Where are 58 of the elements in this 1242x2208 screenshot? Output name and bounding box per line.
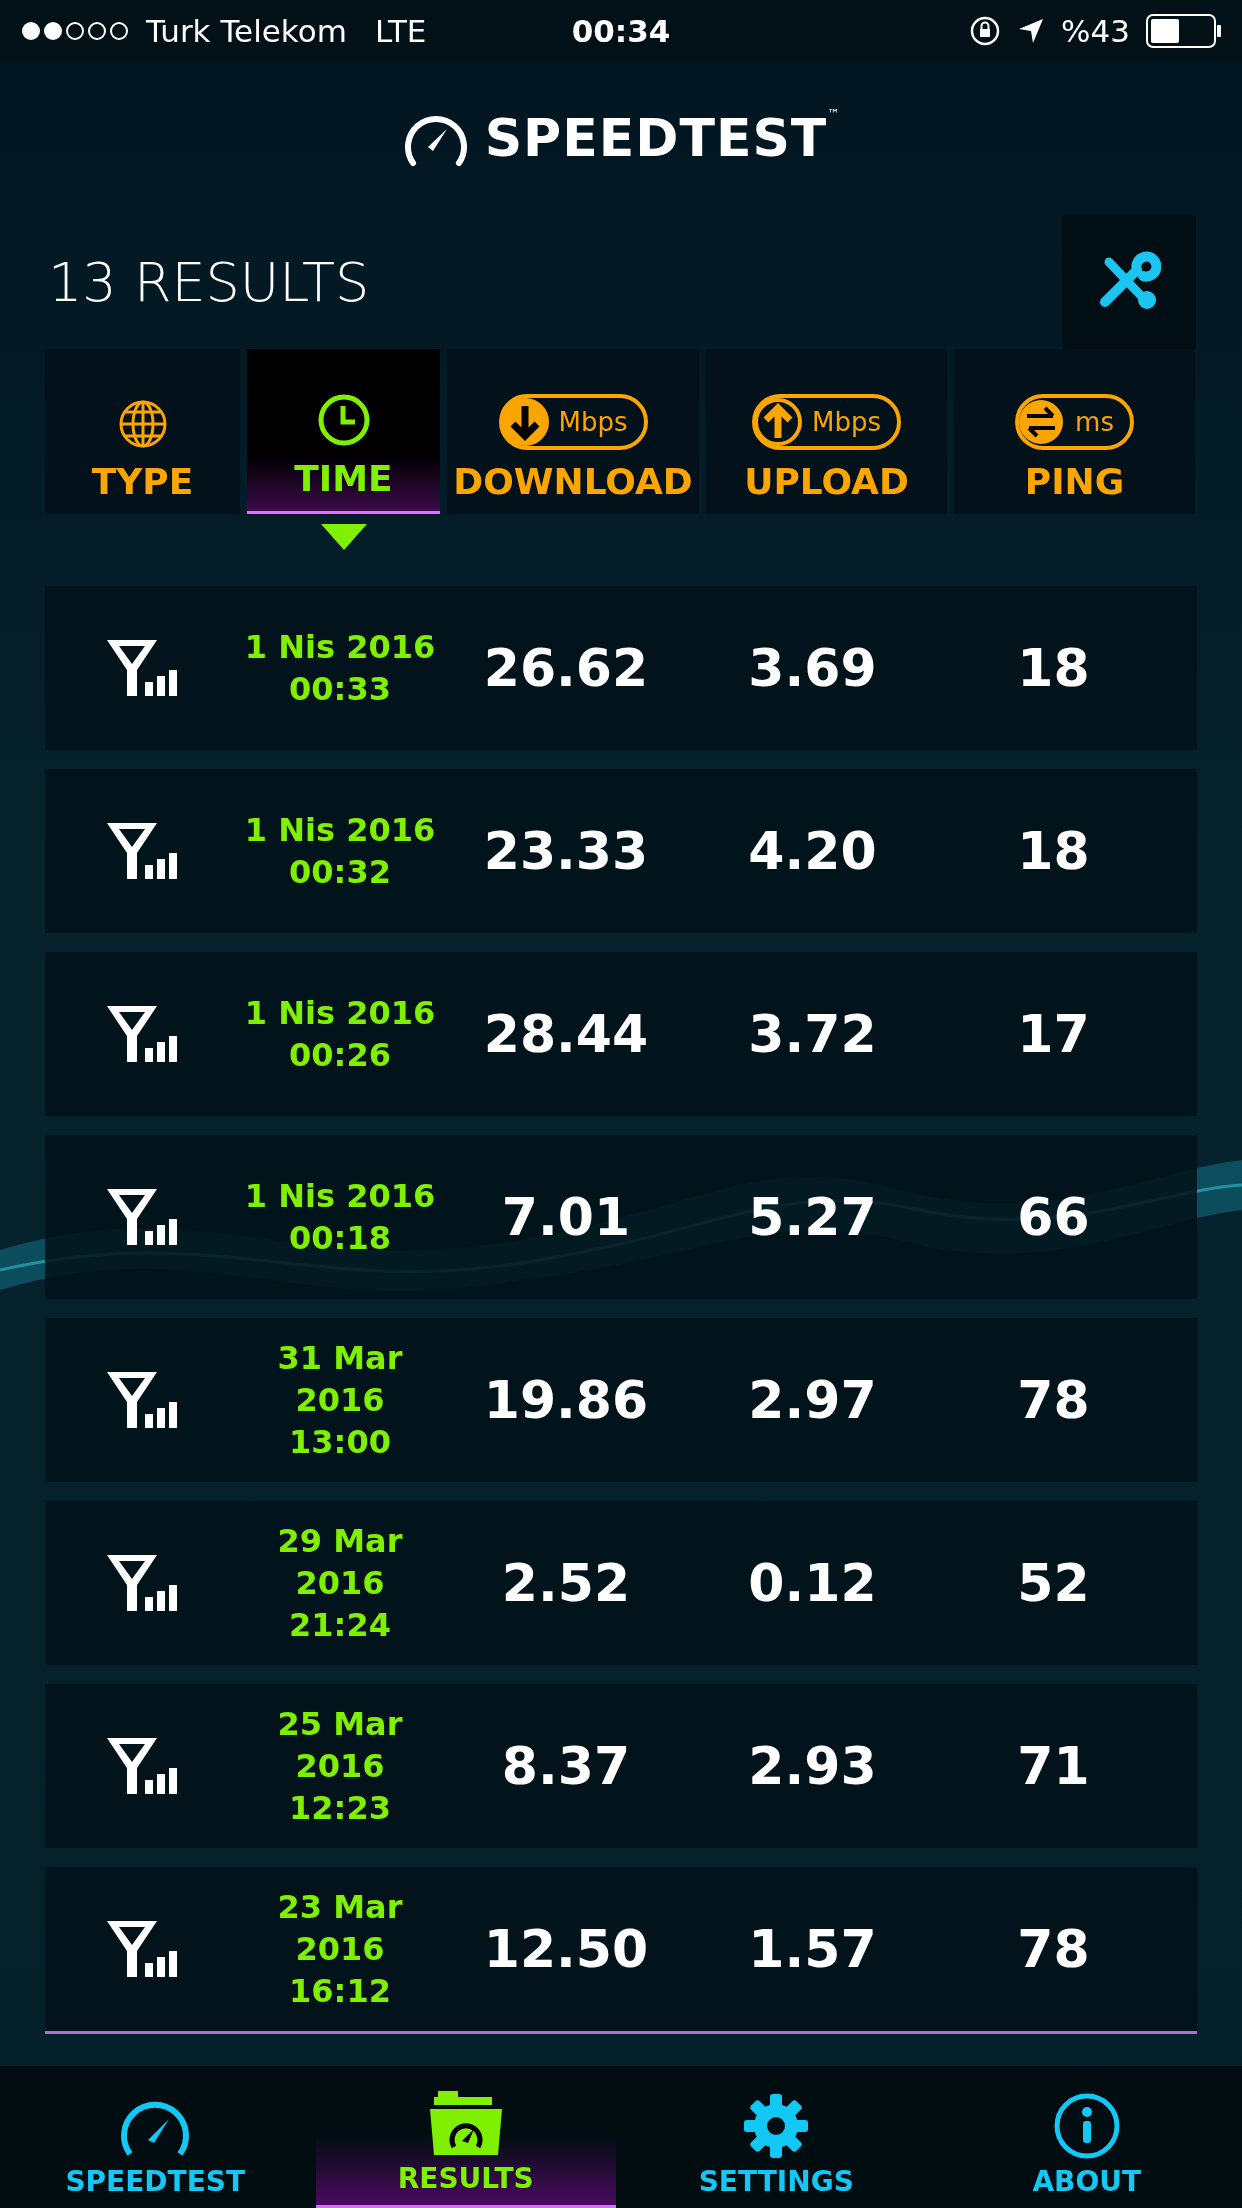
upload-value: 3.69 (748, 637, 877, 700)
ping-value: 78 (1017, 1369, 1090, 1432)
test-time: 1 Nis 2016 00:26 (244, 993, 436, 1076)
tab-bar-item[interactable]: SPEEDTEST (45, 2066, 266, 2208)
result-row[interactable]: 1 Nis 2016 00:33 26.62 3.69 18 (45, 586, 1197, 750)
download-value: 19.86 (483, 1369, 649, 1432)
download-value: 8.37 (501, 1735, 631, 1798)
test-time: 29 Mar 2016 21:24 (277, 1521, 403, 1646)
tab-bar-item[interactable]: SETTINGS (666, 2066, 887, 2208)
test-time: 25 Mar 2016 12:23 (277, 1704, 403, 1829)
result-row[interactable]: 1 Nis 2016 00:18 7.01 5.27 66 (45, 1135, 1197, 1299)
result-row[interactable]: 29 Mar 2016 21:24 2.52 0.12 52 (45, 1501, 1197, 1665)
result-row[interactable]: 25 Mar 2016 12:23 8.37 2.93 71 (45, 1684, 1197, 1848)
test-time: 31 Mar 2016 13:00 (277, 1338, 403, 1463)
result-row[interactable]: 1 Nis 2016 00:26 28.44 3.72 17 (45, 952, 1197, 1116)
result-row[interactable]: 31 Mar 2016 13:00 19.86 2.97 78 (45, 1318, 1197, 1482)
column-tab[interactable]: Mbps UPLOAD (706, 349, 947, 514)
column-tab[interactable]: ms PING (954, 349, 1195, 514)
unit-label: ms (1075, 405, 1114, 439)
ping-value: 66 (1017, 1186, 1090, 1249)
upload-value: 4.20 (748, 820, 877, 883)
download-value: 12.50 (483, 1918, 649, 1981)
column-tab[interactable]: TYPE (45, 349, 240, 514)
download-value: 2.52 (501, 1552, 631, 1615)
download-value: 26.62 (483, 637, 649, 700)
test-time: 1 Nis 2016 00:32 (244, 810, 436, 893)
column-tab[interactable]: TIME (247, 349, 440, 514)
results-count: 13 RESULTS (48, 249, 370, 316)
upload-value: 2.97 (748, 1369, 877, 1432)
ping-value: 17 (1017, 1003, 1090, 1066)
test-time: 1 Nis 2016 00:33 (244, 627, 436, 710)
upload-value: 5.27 (748, 1186, 877, 1249)
result-row[interactable]: 23 Mar 2016 16:12 12.50 1.57 78 (45, 1867, 1197, 2031)
ping-value: 71 (1017, 1735, 1090, 1798)
test-time: 1 Nis 2016 00:18 (244, 1176, 436, 1259)
upload-value: 3.72 (748, 1003, 877, 1066)
app-title: SPEEDTEST (484, 107, 828, 170)
tab-bar-item[interactable]: ABOUT (976, 2066, 1197, 2208)
ping-value: 52 (1017, 1552, 1090, 1615)
upload-value: 2.93 (748, 1735, 877, 1798)
network-type: LTE (374, 11, 427, 51)
column-tab[interactable]: Mbps DOWNLOAD (447, 349, 699, 514)
unit-label: Mbps (812, 405, 881, 439)
ping-value: 18 (1017, 637, 1090, 700)
download-value: 7.01 (501, 1186, 631, 1249)
test-time: 23 Mar 2016 16:12 (277, 1887, 403, 2012)
ping-value: 78 (1017, 1918, 1090, 1981)
result-row[interactable]: 1 Nis 2016 00:32 23.33 4.20 18 (45, 769, 1197, 933)
carrier-name: Turk Telekom (146, 11, 347, 51)
upload-value: 0.12 (748, 1552, 877, 1615)
upload-value: 1.57 (748, 1918, 877, 1981)
battery-percent: %43 (1061, 11, 1130, 51)
status-time: 00:34 (571, 11, 671, 51)
download-value: 28.44 (483, 1003, 649, 1066)
download-value: 23.33 (483, 820, 649, 883)
ping-value: 18 (1017, 820, 1090, 883)
trademark-mark: ™ (827, 106, 840, 123)
unit-label: Mbps (558, 405, 628, 439)
